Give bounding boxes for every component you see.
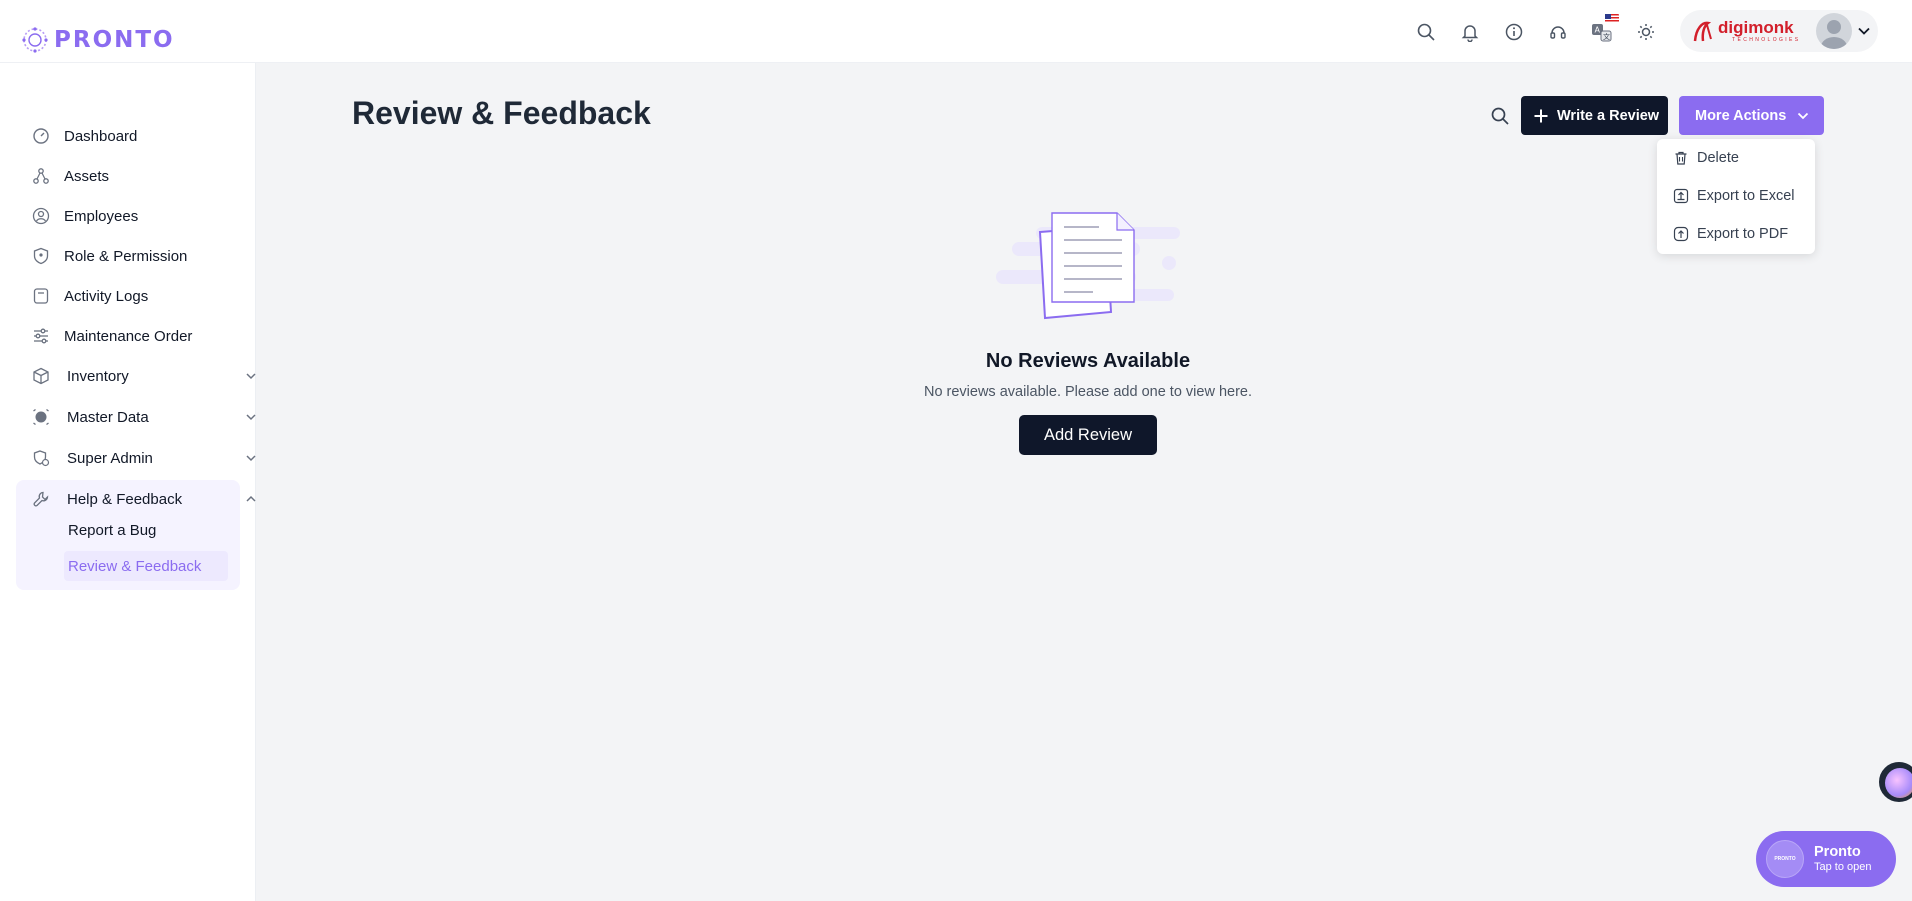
add-review-button[interactable]: Add Review xyxy=(1019,415,1157,455)
dropdown-item-export-pdf[interactable]: Export to PDF xyxy=(1673,222,1788,246)
sidebar-item-label: Dashboard xyxy=(64,127,138,145)
sidebar-item-label: Help & Feedback xyxy=(67,490,183,508)
info-icon[interactable] xyxy=(1492,18,1536,46)
logo-icon xyxy=(22,27,48,53)
sidebar-item-label: Inventory xyxy=(67,367,129,385)
plus-icon xyxy=(1534,109,1548,122)
empty-documents-illustration xyxy=(996,212,1180,320)
shield-icon xyxy=(30,245,52,267)
admin-icon xyxy=(30,447,52,469)
assistant-avatar-bubble[interactable] xyxy=(1879,762,1912,802)
sidebar-item-maintenance-order[interactable]: Maintenance Order xyxy=(30,324,192,348)
dropdown-item-delete[interactable]: Delete xyxy=(1673,146,1739,170)
sidebar-item-employees[interactable]: Employees xyxy=(30,204,138,228)
more-actions-dropdown: Delete Export to Excel Export to PDF xyxy=(1657,139,1815,254)
app-logo[interactable]: PRONTO xyxy=(20,24,175,56)
chat-subtitle: Tap to open xyxy=(1814,861,1872,874)
assets-icon xyxy=(30,165,52,187)
top-bar: PRONTO A文 digimonk TECHNOLOGIES xyxy=(0,0,1912,63)
svg-text:A: A xyxy=(1595,26,1601,35)
user-menu[interactable]: digimonk TECHNOLOGIES xyxy=(1680,10,1878,52)
more-actions-label: More Actions xyxy=(1695,107,1787,124)
sidebar-item-assets[interactable]: Assets xyxy=(30,164,109,188)
pdf-icon xyxy=(1673,226,1689,242)
sidebar-subitem-review-feedback[interactable]: Review & Feedback xyxy=(68,558,201,575)
sidebar-item-label: Activity Logs xyxy=(64,287,149,305)
support-icon[interactable] xyxy=(1536,18,1580,46)
brand-subtitle: TECHNOLOGIES xyxy=(1732,37,1801,43)
sidebar-item-help-feedback[interactable]: Help & Feedback xyxy=(30,487,256,511)
more-actions-button[interactable]: More Actions xyxy=(1679,96,1824,135)
page-title: Review & Feedback xyxy=(352,95,651,131)
sidebar-subitem-report-bug[interactable]: Report a Bug xyxy=(68,522,156,539)
chevron-down-icon xyxy=(1798,112,1809,119)
empty-state-subtitle: No reviews available. Please add one to … xyxy=(923,384,1253,400)
dropdown-item-export-excel[interactable]: Export to Excel xyxy=(1673,184,1795,208)
sidebar-item-activity-logs[interactable]: Activity Logs xyxy=(30,284,148,308)
sliders-icon xyxy=(30,325,52,347)
sidebar-item-label: Super Admin xyxy=(67,449,153,467)
avatar[interactable] xyxy=(1816,13,1852,49)
svg-text:文: 文 xyxy=(1603,32,1610,41)
sidebar-item-label: Role & Permission xyxy=(64,247,188,265)
box-icon xyxy=(30,365,52,387)
write-review-label: Write a Review xyxy=(1557,107,1660,124)
translate-icon[interactable]: A文 xyxy=(1580,14,1624,46)
sidebar-item-label: Employees xyxy=(64,207,139,225)
pronto-chat-launcher[interactable]: PRONTO Pronto Tap to open xyxy=(1756,831,1896,887)
sidebar-item-inventory[interactable]: Inventory xyxy=(30,364,256,388)
chat-title: Pronto xyxy=(1814,843,1861,860)
sun-icon[interactable] xyxy=(1624,18,1668,46)
sidebar-item-label: Assets xyxy=(64,167,110,185)
data-icon xyxy=(30,406,52,428)
bell-icon[interactable] xyxy=(1448,18,1492,46)
export-icon xyxy=(1673,188,1689,204)
employees-icon xyxy=(30,205,52,227)
brand-name: digimonk xyxy=(1718,18,1794,37)
dropdown-item-label: Delete xyxy=(1697,150,1739,166)
sidebar-item-role-permission[interactable]: Role & Permission xyxy=(30,244,187,268)
logs-icon xyxy=(30,285,52,307)
sidebar-item-label: Maintenance Order xyxy=(64,327,193,345)
write-review-button[interactable]: Write a Review xyxy=(1521,96,1668,135)
pronto-logo-icon: PRONTO xyxy=(1766,840,1804,878)
search-icon[interactable] xyxy=(1404,18,1448,46)
us-flag-icon xyxy=(1605,14,1619,23)
dropdown-item-label: Export to Excel xyxy=(1697,188,1795,204)
chevron-down-icon[interactable] xyxy=(1856,23,1872,39)
sidebar-item-super-admin[interactable]: Super Admin xyxy=(30,446,256,470)
wrench-icon xyxy=(30,488,52,510)
empty-state-title: No Reviews Available xyxy=(985,350,1191,372)
sidebar-item-dashboard[interactable]: Dashboard xyxy=(30,124,137,148)
sidebar-item-master-data[interactable]: Master Data xyxy=(30,405,256,429)
sidebar-item-label: Master Data xyxy=(67,408,149,426)
brand-logo-icon xyxy=(1693,21,1712,42)
trash-icon xyxy=(1675,151,1687,165)
search-icon[interactable] xyxy=(1488,104,1512,128)
dropdown-item-label: Export to PDF xyxy=(1697,226,1789,242)
dashboard-icon xyxy=(30,125,52,147)
logo-text: PRONTO xyxy=(54,27,175,53)
